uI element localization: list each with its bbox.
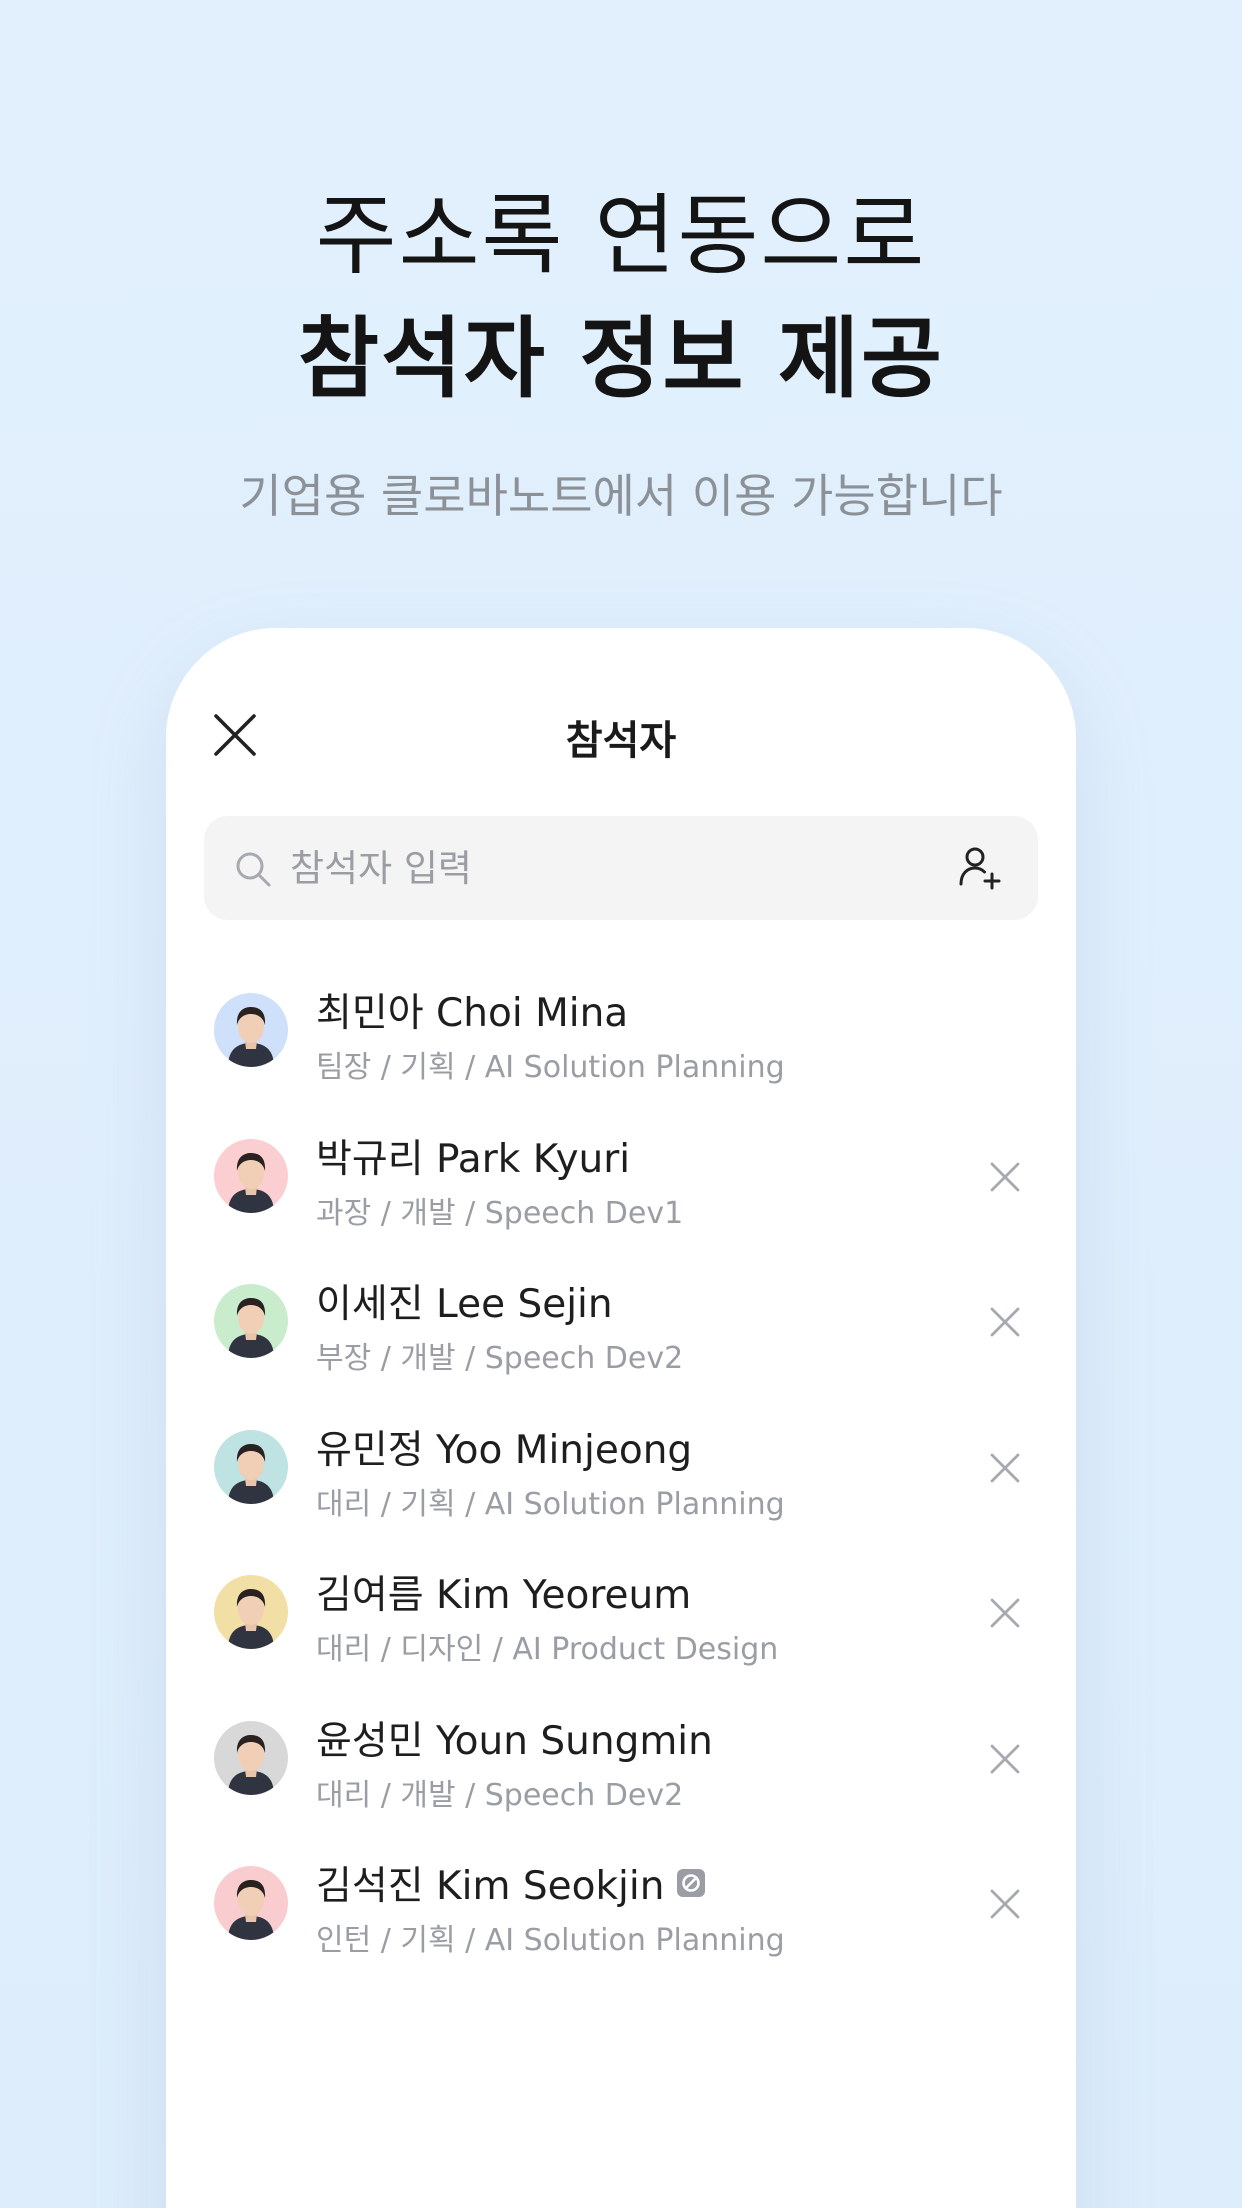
remove-icon[interactable] xyxy=(988,1160,1022,1194)
participant-name-text: 김석진 Kim Seokjin xyxy=(316,1864,665,1909)
participant-name: 김석진 Kim Seokjin xyxy=(316,1855,706,1911)
participant-role: 과장 / 개발 / Speech Dev1 xyxy=(316,1195,684,1231)
avatar xyxy=(214,1429,288,1504)
participant-row[interactable]: 윤성민 Youn Sungmin 대리 / 개발 / Speech Dev2 xyxy=(166,1686,1076,1832)
participant-name-text: 유민정 Yoo Minjeong xyxy=(316,1427,693,1473)
participant-row[interactable]: 박규리 Park Kyuri 과장 / 개발 / Speech Dev1 xyxy=(166,1104,1076,1250)
participant-role: 부장 / 개발 / Speech Dev2 xyxy=(316,1341,684,1376)
remove-icon[interactable] xyxy=(988,1596,1022,1630)
sheet-title: 참석자 xyxy=(565,718,677,764)
remove-icon[interactable] xyxy=(988,1305,1022,1339)
participant-name: 유민정 Yoo Minjeong xyxy=(316,1419,692,1475)
subtitle: 기업용 클로바노트에서 이용 가능합니다 xyxy=(239,469,1003,523)
promo-page: 주소록 연동으로 참석자 정보 제공 기업용 클로바노트에서 이용 가능합니다 … xyxy=(0,0,1242,2208)
participant-row[interactable]: 이세진 Lee Sejin 부장 / 개발 / Speech Dev2 xyxy=(166,1249,1076,1395)
participant-name: 윤성민 Youn Sungmin xyxy=(316,1710,713,1766)
search-icon xyxy=(236,852,271,887)
participant-row[interactable]: 유민정 Yoo Minjeong 대리 / 기획 / AI Solution Pl… xyxy=(166,1395,1076,1541)
avatar xyxy=(214,1575,288,1649)
participant-name-text: 박규리 Park Kyuri xyxy=(316,1136,631,1182)
headline-line-1: 주소록 연동으로 xyxy=(315,184,927,287)
headline-line-2: 참석자 정보 제공 xyxy=(298,307,944,410)
participant-role: 대리 / 개발 / Speech Dev2 xyxy=(316,1777,684,1813)
participant-row[interactable]: 김석진 Kim Seokjin 인턴 / 기획 / AI Solution Pla… xyxy=(166,1831,1076,1977)
avatar xyxy=(214,1138,288,1213)
participant-row[interactable]: 최민아 Choi Mina 팀장 / 기획 / AI Solution Plann… xyxy=(166,958,1076,1104)
blocked-badge-icon xyxy=(677,1869,706,1897)
search-input[interactable] xyxy=(290,838,910,898)
participant-name: 박규리 Park Kyuri xyxy=(316,1128,630,1184)
participants-sheet: 참석자 최민아 Choi Mina 팀장 / 기획 / AI Solution P… xyxy=(166,628,1076,2208)
participant-name: 최민아 Choi Mina xyxy=(316,982,628,1038)
remove-icon[interactable] xyxy=(988,1451,1022,1485)
participant-name-text: 김여름 Kim Yeoreum xyxy=(316,1573,692,1618)
avatar xyxy=(214,1720,288,1795)
participant-name: 김여름 Kim Yeoreum xyxy=(316,1564,691,1620)
participant-name-text: 윤성민 Youn Sungmin xyxy=(316,1718,713,1764)
participant-name-text: 이세진 Lee Sejin xyxy=(316,1282,613,1327)
participant-role: 인턴 / 기획 / AI Solution Planning xyxy=(316,1923,785,1958)
participant-role: 대리 / 기획 / AI Solution Planning xyxy=(316,1486,785,1522)
search-bar[interactable] xyxy=(204,816,1038,920)
remove-icon[interactable] xyxy=(988,1887,1022,1921)
participant-name: 이세진 Lee Sejin xyxy=(316,1273,613,1329)
add-person-icon[interactable] xyxy=(956,844,1004,892)
participant-list: 최민아 Choi Mina 팀장 / 기획 / AI Solution Plann… xyxy=(166,958,1076,1977)
participant-row[interactable]: 김여름 Kim Yeoreum 대리 / 디자인 / AI Product Des… xyxy=(166,1540,1076,1686)
participant-role: 대리 / 디자인 / AI Product Design xyxy=(316,1632,779,1667)
remove-icon[interactable] xyxy=(988,1742,1022,1776)
avatar xyxy=(214,1284,288,1358)
avatar xyxy=(214,993,288,1067)
participant-role: 팀장 / 기획 / AI Solution Planning xyxy=(316,1050,785,1085)
avatar xyxy=(214,1866,288,1940)
participant-name-text: 최민아 Choi Mina xyxy=(316,991,629,1036)
